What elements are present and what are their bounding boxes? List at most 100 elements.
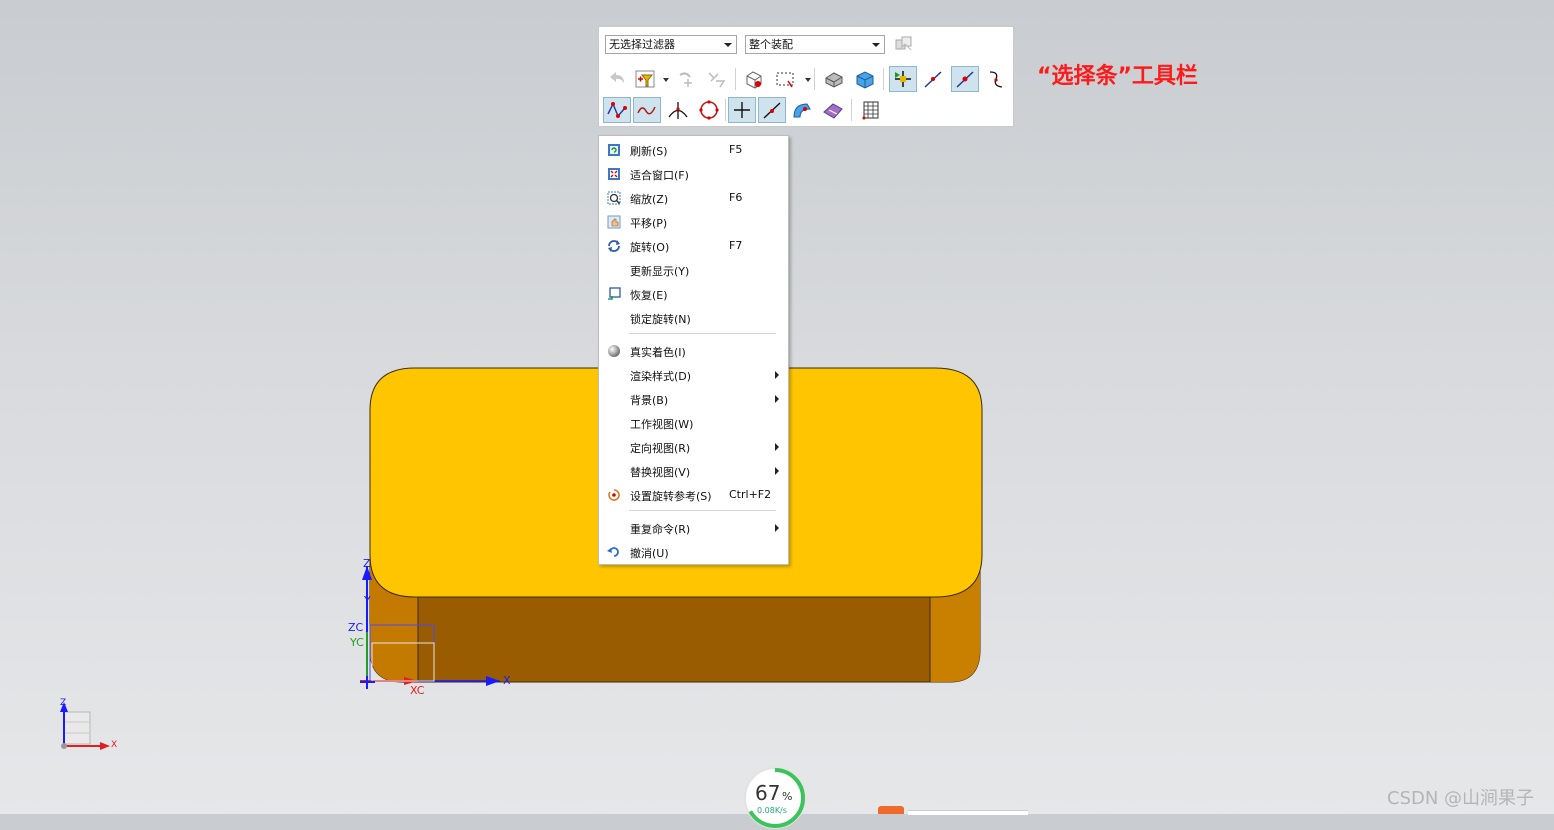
rectangle-marquee-icon [776, 72, 794, 88]
toolbar-annotation: “选择条”工具栏 [1037, 64, 1198, 89]
midpoint-snap-button[interactable] [951, 66, 979, 92]
triad-z-label: Z [60, 698, 67, 708]
menu-item-fit-window[interactable]: 适合窗口(F) [599, 162, 788, 186]
intersection-snap-button[interactable] [664, 97, 692, 123]
grid-snap-button[interactable] [857, 97, 885, 123]
chevron-down-icon [872, 43, 880, 47]
zoom-icon [607, 191, 621, 205]
gauge-percent-unit: % [782, 790, 793, 803]
submenu-arrow-icon [775, 443, 779, 451]
menu-item-lock-rotation[interactable]: 锁定旋转(N) [599, 306, 788, 330]
control-point-snap-button[interactable] [603, 97, 631, 123]
triad-x-label: X [111, 740, 118, 750]
solid-gray-icon [825, 72, 843, 88]
menu-item-background[interactable]: 背景(B) [599, 387, 788, 411]
selection-bar-toolbar: 无选择过滤器 整个装配 [598, 26, 1014, 127]
endpoint-snap-button[interactable] [919, 66, 947, 92]
menu-separator [629, 510, 776, 511]
menu-item-update-display[interactable]: 更新显示(Y) [599, 258, 788, 282]
csys-zc-label: ZC [348, 621, 364, 634]
orange-app-icon [878, 806, 904, 814]
fit-window-icon [608, 168, 620, 180]
assembly-filter-icon [895, 36, 912, 51]
select-within-button[interactable] [740, 66, 768, 92]
chevron-down-icon [724, 43, 732, 47]
selection-scope-value: 整个装配 [749, 38, 793, 51]
csys-xc-label: XC [410, 684, 425, 697]
menu-item-undo[interactable]: 撤消(U) [599, 540, 788, 564]
surface-point-icon [793, 103, 811, 118]
point-snap-button[interactable] [673, 66, 701, 92]
general-selection-filter-button[interactable] [631, 66, 659, 92]
rotate-icon [608, 240, 620, 252]
point-on-surface-snap-button[interactable] [788, 97, 816, 123]
taskbar-widget[interactable] [878, 806, 1028, 815]
chevron-down-icon[interactable] [805, 78, 811, 82]
intersection-icon [668, 102, 688, 119]
menu-item-true-shading[interactable]: 真实着色(I) [599, 339, 788, 363]
show-wireframe-button[interactable] [851, 66, 879, 92]
point-on-curve-snap-button[interactable] [633, 97, 661, 123]
view-context-menu: 刷新(S) F5 适合窗口(F) 缩放(Z) F6 平移(P) 旋转(O) F7… [598, 135, 789, 565]
csys-z-label: Z [363, 557, 371, 570]
wave-curve-icon [637, 106, 656, 115]
csys-y-label: Y [364, 594, 371, 607]
chevron-down-icon[interactable] [663, 78, 669, 82]
menu-item-repeat-command[interactable]: 重复命令(R) [599, 516, 788, 540]
menu-item-zoom[interactable]: 缩放(Z) F6 [599, 186, 788, 210]
bounded-grid-snap-button[interactable] [819, 97, 847, 123]
undo-selection-button[interactable] [603, 66, 631, 92]
csdn-watermark: CSDN @山涧果子 [1387, 788, 1535, 809]
enable-snap-point-button[interactable] [889, 66, 917, 92]
filter-funnel-icon [635, 70, 655, 88]
submenu-arrow-icon [775, 371, 779, 379]
gauge-percent-value: 67 [755, 781, 781, 805]
rectangle-selection-button[interactable] [771, 66, 799, 92]
menu-item-refresh[interactable]: 刷新(S) F5 [599, 138, 788, 162]
csys-yc-label: YC [350, 636, 364, 649]
menu-item-work-view[interactable]: 工作视图(W) [599, 411, 788, 435]
highlight-hidden-edges-button[interactable] [820, 66, 848, 92]
undo-icon [607, 547, 619, 557]
grid-icon [862, 101, 879, 120]
circle-center-icon [699, 100, 719, 120]
point-on-line-snap-button[interactable] [758, 97, 786, 123]
diagonal-line-icon [763, 102, 781, 119]
select-cube-icon [746, 71, 762, 89]
menu-item-rotate[interactable]: 旋转(O) F7 [599, 234, 788, 258]
type-filter-dropdown[interactable]: 无选择过滤器 [605, 35, 737, 54]
plus-point-icon [734, 102, 750, 118]
line-mid-icon [956, 71, 974, 88]
curve-point-snap-button[interactable] [982, 66, 1010, 92]
selection-scope-dropdown[interactable]: 整个装配 [745, 35, 885, 54]
menu-separator [629, 333, 776, 334]
arc-center-snap-button[interactable] [695, 97, 723, 123]
snap-cross-icon [895, 71, 911, 87]
submenu-arrow-icon [775, 524, 779, 532]
submenu-arrow-icon [775, 467, 779, 475]
menu-item-orient-view[interactable]: 定向视图(R) [599, 435, 788, 459]
csys-x-label: X [503, 674, 511, 687]
feature-select-icon [708, 72, 726, 88]
menu-item-restore[interactable]: 恢复(E) [599, 282, 788, 306]
menu-item-set-rotation-reference[interactable]: 设置旋转参考(S) Ctrl+F2 [599, 483, 788, 507]
curve-icon [989, 71, 1003, 88]
refresh-icon [608, 144, 620, 156]
type-filter-value: 无选择过滤器 [609, 38, 675, 51]
submenu-arrow-icon [775, 395, 779, 403]
control-point-icon [607, 102, 627, 118]
menu-item-pan[interactable]: 平移(P) [599, 210, 788, 234]
menu-item-replace-view[interactable]: 替换视图(V) [599, 459, 788, 483]
surface-patch-icon [823, 103, 843, 119]
solid-blue-icon [856, 71, 874, 89]
menu-item-render-style[interactable]: 渲染样式(D) [599, 363, 788, 387]
feature-selection-button[interactable] [703, 66, 731, 92]
view-triad [60, 702, 110, 750]
assembly-filter-button[interactable] [890, 31, 918, 57]
restore-icon [608, 287, 621, 300]
rotate-reference-icon [608, 489, 620, 501]
undo-arrow-icon [610, 72, 624, 83]
line-end-icon [924, 71, 942, 88]
existing-point-snap-button[interactable] [728, 97, 756, 123]
pan-icon [607, 215, 621, 229]
